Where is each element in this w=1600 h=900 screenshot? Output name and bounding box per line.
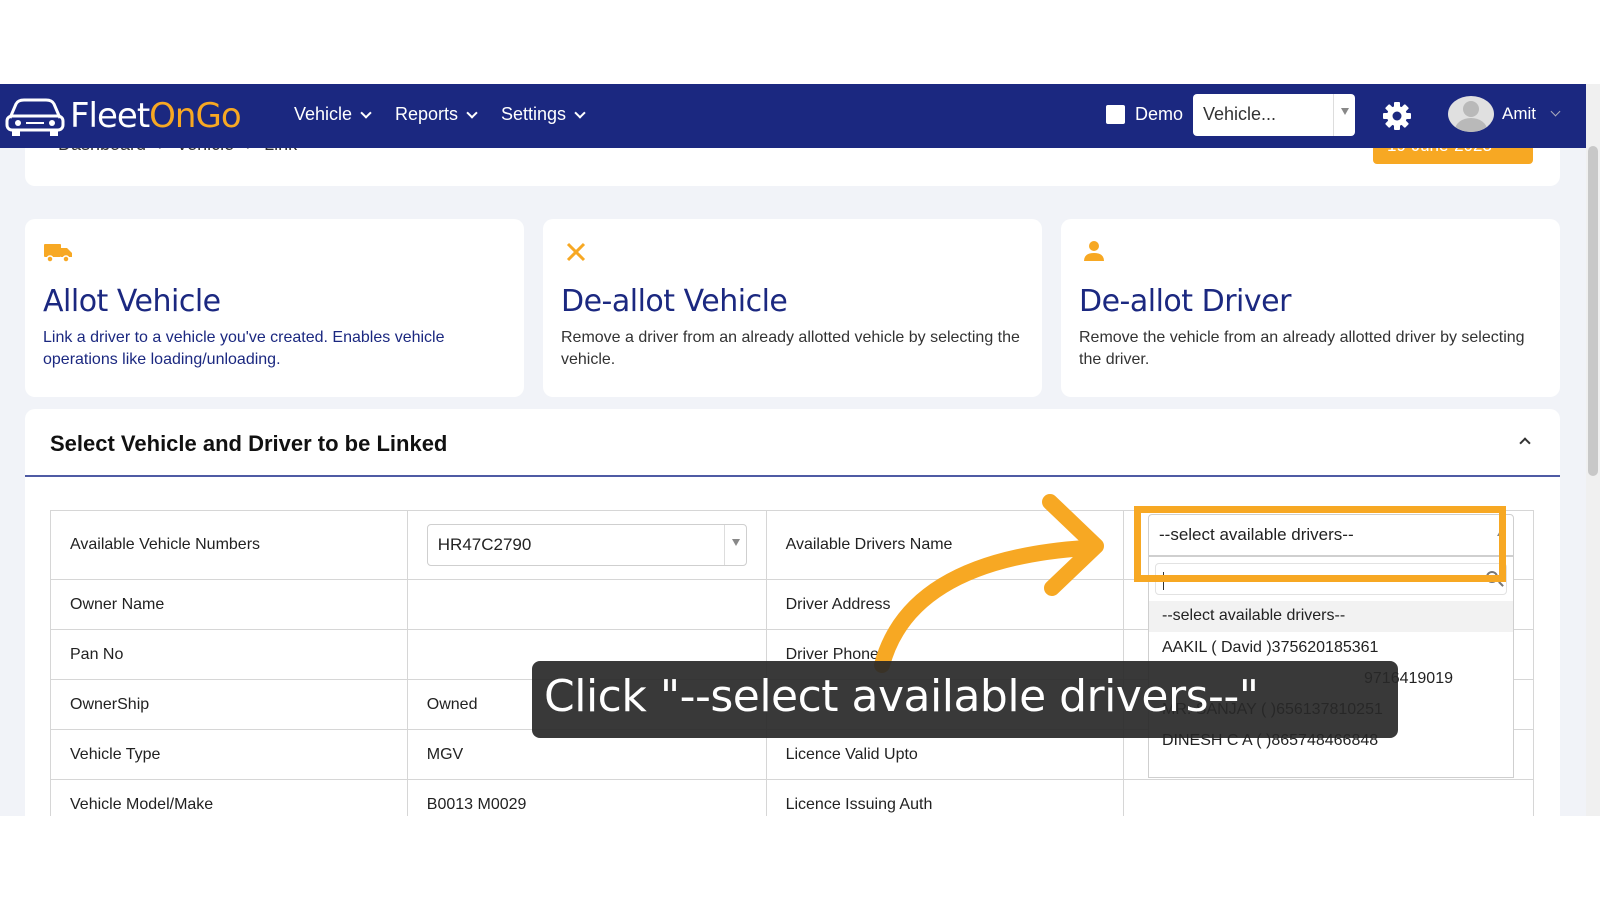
table-label: Vehicle Model/Make [50,779,408,816]
logo[interactable]: FleetOnGo [4,94,242,138]
table-label: Pan No [50,629,408,680]
card-title: De-allot Vehicle [561,284,788,319]
card-description: Remove the vehicle from an already allot… [1079,329,1525,368]
gear-icon[interactable] [1383,102,1411,130]
chevron-down-icon [466,106,478,119]
vehicle-number-select[interactable]: HR47C2790 [426,524,747,566]
dropdown-option[interactable]: AAKIL ( David )375620185361 [1149,633,1513,664]
card-deallot-vehicle[interactable]: De-allot Vehicle Remove a driver from an… [543,219,1042,397]
truck-icon [44,244,72,263]
section-title: Select Vehicle and Driver to be Linked [50,431,448,456]
scrollbar-thumb[interactable] [1588,146,1598,476]
card-description: Remove a driver from an already allotted… [561,329,1020,368]
menu-settings[interactable]: Settings [501,104,586,125]
user-name: Amit [1502,104,1536,123]
demo-label: Demo [1135,104,1184,124]
card-allot-vehicle[interactable]: Allot Vehicle Link a driver to a vehicle… [25,219,524,397]
chevron-down-icon [360,106,372,119]
close-icon [566,242,586,262]
scrollbar[interactable] [1586,84,1600,816]
table-label: Owner Name [50,579,408,630]
table-label: Licence Issuing Auth [765,779,1125,816]
vehicle-search-select[interactable]: Vehicle... [1193,94,1355,136]
car-logo-icon [5,98,65,136]
card-title: De-allot Driver [1079,284,1291,319]
user-icon [1084,241,1104,261]
demo-toggle: Demo [1106,104,1183,125]
highlight-box [1134,506,1506,582]
vehicle-number-cell: HR47C2790 [406,510,767,580]
dropdown-option[interactable]: --select available drivers-- [1149,601,1513,632]
card-title: Allot Vehicle [43,284,221,319]
table-value [1123,779,1534,816]
card-deallot-driver[interactable]: De-allot Driver Remove the vehicle from … [1061,219,1560,397]
table-label: OwnerShip [50,679,408,730]
table-label: Available Vehicle Numbers [50,510,408,580]
chevron-up-icon[interactable] [1519,437,1531,449]
user-menu[interactable]: Amit [1448,96,1561,132]
table-row: Vehicle Model/Make B0013 M0029 Licence I… [50,779,1534,816]
chevron-down-icon [1550,106,1561,116]
instruction-tooltip: Click "--select available drivers--" [532,661,1398,738]
table-value [406,579,767,630]
menu-reports[interactable]: Reports [395,104,478,125]
navbar: FleetOnGo Vehicle Reports Settings Demo … [0,84,1586,148]
avatar [1448,96,1494,132]
dropdown-arrow-icon [723,525,746,565]
menu-vehicle[interactable]: Vehicle [294,104,372,125]
card-description: Link a driver to a vehicle you've create… [43,329,445,368]
brand-name: FleetOnGo [70,96,242,136]
dropdown-arrow-icon [1333,94,1355,136]
callout-arrow-icon [874,494,1104,673]
table-value: B0013 M0029 [406,779,767,816]
table-label: Vehicle Type [50,729,408,780]
section-header[interactable]: Select Vehicle and Driver to be Linked [25,409,1560,477]
chevron-down-icon [574,106,586,119]
demo-checkbox[interactable] [1106,105,1125,124]
